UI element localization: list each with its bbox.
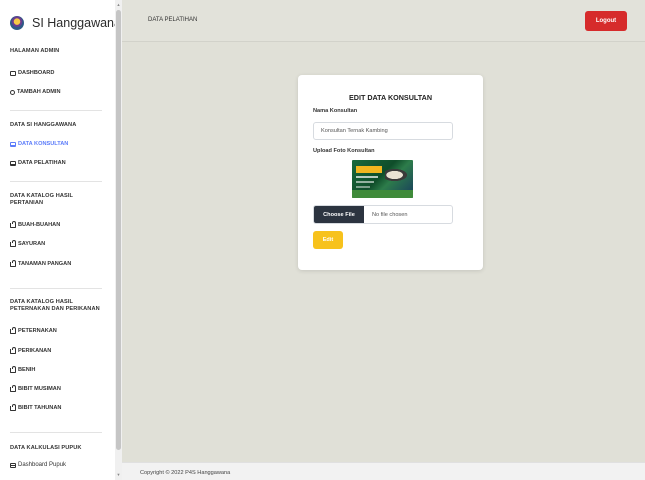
- sidebar-divider: [10, 110, 102, 111]
- scroll-up-icon[interactable]: ▲: [116, 2, 121, 7]
- preview-text-line: [356, 186, 370, 188]
- section-heading-katalog-peternakan: DATA KATALOG HASIL PETERNAKAN DAN PERIKA…: [10, 299, 100, 312]
- sidebar-item-label: SAYURAN: [18, 241, 46, 247]
- sidebar-item-label: BUAH-BUAHAN: [18, 222, 61, 228]
- logout-button[interactable]: Logout: [585, 11, 627, 31]
- page-title: DATA PELATIHAN: [148, 17, 198, 23]
- sidebar-item-tambah-admin[interactable]: TAMBAH ADMIN: [10, 89, 61, 95]
- sidebar-item-benih[interactable]: BENIH: [10, 365, 36, 373]
- name-input[interactable]: [313, 122, 453, 140]
- brand[interactable]: SI Hanggawana: [10, 12, 115, 34]
- person-icon: [10, 89, 15, 95]
- sidebar-item-data-pelatihan[interactable]: DATA PELATIHAN: [10, 160, 66, 166]
- sidebar-item-tanaman-pangan[interactable]: TANAMAN PANGAN: [10, 259, 72, 267]
- bag-icon: [10, 220, 16, 228]
- scroll-thumb[interactable]: [116, 10, 121, 450]
- bag-icon: [10, 384, 16, 392]
- sidebar-item-sayuran[interactable]: SAYURAN: [10, 239, 46, 247]
- sidebar-divider: [10, 288, 102, 289]
- bag-icon: [10, 259, 16, 267]
- section-heading-kalkulasi-pupuk: DATA KALKULASI PUPUK: [10, 445, 82, 451]
- sidebar-item-perikanan[interactable]: PERIKANAN: [10, 346, 52, 354]
- sidebar-item-label: DATA KONSULTAN: [18, 141, 69, 147]
- preview-text-line: [356, 181, 374, 183]
- sidebar-item-bibit-musiman[interactable]: BIBIT MUSIMAN: [10, 384, 61, 392]
- bag-icon: [10, 326, 16, 334]
- monitor-icon: [10, 160, 16, 166]
- preview-text-line: [356, 176, 378, 178]
- file-status-text: No file chosen: [372, 211, 408, 218]
- upload-label: Upload Foto Konsultan: [313, 148, 375, 154]
- konsultan-photo-preview: [352, 160, 413, 198]
- bag-icon: [10, 365, 16, 373]
- bag-icon: [10, 239, 16, 247]
- sidebar-item-buah-buahan[interactable]: BUAH-BUAHAN: [10, 220, 61, 228]
- brand-title: SI Hanggawana: [32, 16, 115, 30]
- section-heading-halaman-admin: HALAMAN ADMIN: [10, 48, 60, 54]
- sidebar-item-label: DATA PELATIHAN: [18, 160, 66, 166]
- preview-grass: [352, 190, 413, 198]
- sidebar-item-label: TAMBAH ADMIN: [17, 89, 61, 95]
- copyright-text: Copyright © 2022 P4S Hanggawana: [140, 470, 231, 476]
- scroll-down-icon[interactable]: ▼: [116, 472, 121, 477]
- sidebar-item-dashboard-pupuk[interactable]: Dashboard Pupuk: [10, 462, 66, 468]
- section-heading-data-si-hanggawana: DATA SI HANGGAWANA: [10, 122, 77, 128]
- sidebar-item-label: BIBIT MUSIMAN: [18, 386, 61, 392]
- sidebar-item-label: TANAMAN PANGAN: [18, 261, 72, 267]
- sidebar-item-label: PERIKANAN: [18, 348, 52, 354]
- sidebar: SI Hanggawana HALAMAN ADMIN DASHBOARD TA…: [0, 0, 115, 480]
- monitor-icon: [10, 141, 16, 147]
- bag-icon: [10, 403, 16, 411]
- sidebar-divider: [10, 181, 102, 182]
- main-content: EDIT DATA KONSULTAN Nama Konsultan Uploa…: [122, 42, 645, 462]
- sidebar-item-label: BIBIT TAHUNAN: [18, 405, 62, 411]
- preview-banner: [356, 166, 382, 173]
- sidebar-scrollbar[interactable]: ▲ ▼: [115, 0, 122, 480]
- grid-icon: [10, 462, 16, 468]
- edit-konsultan-card: EDIT DATA KONSULTAN Nama Konsultan Uploa…: [298, 75, 483, 270]
- file-input[interactable]: Choose File No file chosen: [313, 205, 453, 224]
- sidebar-item-dashboard[interactable]: DASHBOARD: [10, 70, 54, 76]
- top-header: DATA PELATIHAN Logout: [122, 0, 645, 42]
- footer: Copyright © 2022 P4S Hanggawana: [122, 462, 645, 480]
- bag-icon: [10, 346, 16, 354]
- sidebar-item-label: DASHBOARD: [18, 70, 55, 76]
- section-heading-katalog-pertanian: DATA KATALOG HASIL PERTANIAN: [10, 193, 73, 206]
- edit-submit-button[interactable]: Edit: [313, 231, 343, 249]
- monitor-icon: [10, 70, 16, 76]
- sidebar-item-bibit-tahunan[interactable]: BIBIT TAHUNAN: [10, 403, 62, 411]
- form-title: EDIT DATA KONSULTAN: [348, 93, 433, 102]
- name-label: Nama Konsultan: [313, 108, 358, 114]
- sidebar-item-peternakan[interactable]: PETERNAKAN: [10, 326, 57, 334]
- sidebar-item-data-konsultan[interactable]: DATA KONSULTAN: [10, 141, 68, 147]
- sidebar-item-label: BENIH: [18, 367, 36, 373]
- sidebar-divider: [10, 432, 102, 433]
- logo-icon: [10, 16, 24, 30]
- goat-image: [385, 168, 409, 182]
- choose-file-button[interactable]: Choose File: [314, 206, 364, 223]
- sidebar-item-label: Dashboard Pupuk: [18, 462, 67, 468]
- sidebar-item-label: PETERNAKAN: [18, 328, 57, 334]
